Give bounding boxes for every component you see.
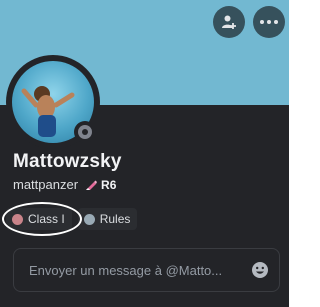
- message-input[interactable]: [29, 262, 251, 278]
- display-name: Mattowzsky: [13, 151, 122, 172]
- role-chip-class-i[interactable]: Class I: [6, 208, 72, 230]
- role-color-dot: [12, 213, 23, 225]
- message-box: [13, 248, 280, 292]
- add-friend-button[interactable]: [213, 6, 245, 38]
- role-list: Class I Rules: [6, 208, 138, 230]
- avatar-container[interactable]: [6, 55, 100, 149]
- username-row: mattpanzer R6: [13, 177, 116, 192]
- emoji-button[interactable]: [251, 261, 269, 279]
- more-options-button[interactable]: [253, 6, 285, 38]
- user-profile-popout: Mattowzsky mattpanzer R6 Class I Rules: [0, 0, 289, 307]
- role-color-dot: [83, 213, 95, 225]
- add-friend-icon: [222, 15, 236, 29]
- status-indicator: [74, 121, 96, 143]
- server-tag-label: R6: [101, 177, 117, 192]
- role-chip-rules[interactable]: Rules: [77, 208, 138, 230]
- role-label: Class I: [28, 212, 65, 226]
- role-label: Rules: [99, 212, 131, 226]
- more-options-icon: [260, 20, 278, 24]
- emoji-icon: [252, 262, 268, 278]
- offline-status-icon: [78, 125, 92, 139]
- pen-tag-icon: [86, 180, 98, 190]
- server-tag[interactable]: R6: [84, 178, 116, 192]
- username[interactable]: mattpanzer: [13, 177, 78, 192]
